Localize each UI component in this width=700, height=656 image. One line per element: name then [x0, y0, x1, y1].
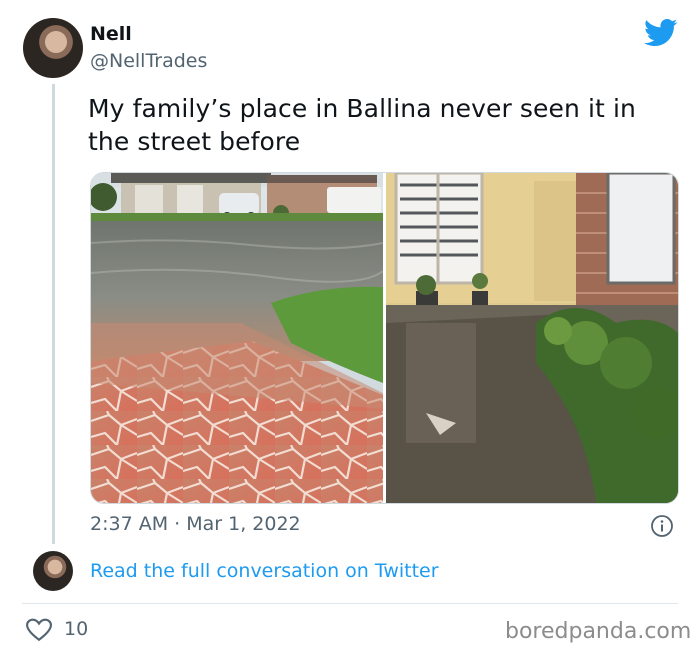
- avatar[interactable]: [23, 18, 83, 78]
- watermark: boredpanda.com: [505, 619, 692, 644]
- read-conversation-link[interactable]: Read the full conversation on Twitter: [90, 560, 439, 582]
- heart-icon[interactable]: [26, 618, 52, 642]
- reply-avatar[interactable]: [33, 551, 73, 591]
- tweet-timestamp[interactable]: 2:37 AM · Mar 1, 2022: [90, 513, 301, 535]
- author-handle[interactable]: @NellTrades: [90, 50, 207, 72]
- flooded-street-photo[interactable]: [91, 173, 383, 503]
- like-count: 10: [64, 618, 89, 640]
- tweet-text: My family’s place in Ballina never seen …: [88, 94, 636, 156]
- tweet-media[interactable]: [90, 172, 679, 504]
- flooded-yard-photo[interactable]: [386, 173, 678, 503]
- info-icon[interactable]: [650, 514, 674, 538]
- twitter-bird-icon[interactable]: [644, 18, 678, 48]
- divider: [22, 603, 678, 604]
- author-name[interactable]: Nell: [90, 23, 132, 45]
- thread-line: [52, 84, 55, 544]
